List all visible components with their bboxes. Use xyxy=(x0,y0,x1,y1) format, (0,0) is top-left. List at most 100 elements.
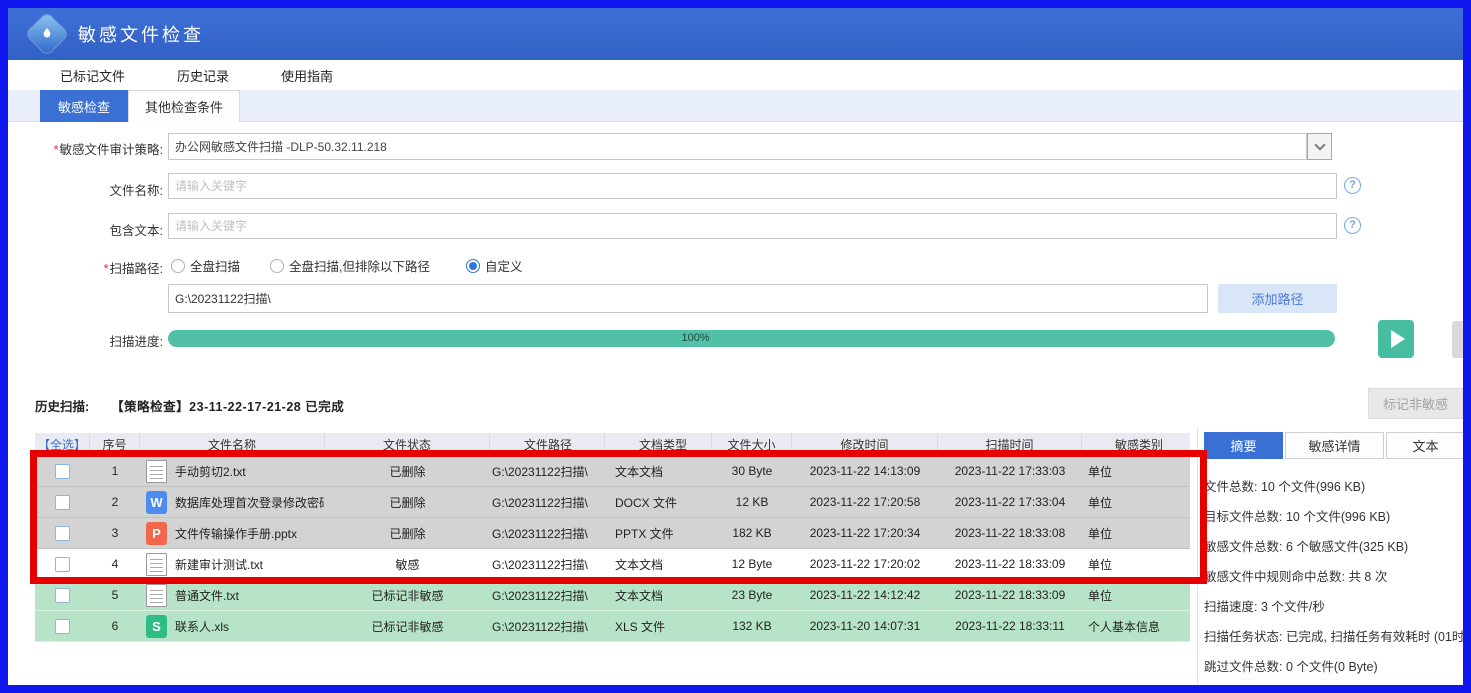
summary-target-files: 目标文件总数: 10 个文件(996 KB) xyxy=(1204,502,1464,532)
row-checkbox[interactable] xyxy=(55,526,70,541)
row-checkbox[interactable] xyxy=(55,588,70,603)
menu-guide[interactable]: 使用指南 xyxy=(281,66,333,85)
filename-input[interactable] xyxy=(168,173,1337,199)
filename-help-icon[interactable]: ? xyxy=(1344,177,1361,194)
contains-text-input[interactable] xyxy=(168,213,1337,239)
tab-sensitive-check[interactable]: 敏感检查 xyxy=(40,90,128,122)
file-size: 23 Byte xyxy=(712,580,792,610)
header-path: 文件路径 xyxy=(490,433,605,456)
panel-tab-sensitive-detail[interactable]: 敏感详情 xyxy=(1285,432,1384,459)
scanned-time: 2023-11-22 18:33:11 xyxy=(938,611,1082,641)
tab-other-conditions[interactable]: 其他检查条件 xyxy=(128,90,240,122)
radio-icon[interactable] xyxy=(270,259,284,273)
modified-time: 2023-11-22 17:20:58 xyxy=(792,487,938,517)
policy-label: *敏感文件审计策略: xyxy=(15,139,163,158)
sensitive-category: 单位 xyxy=(1082,580,1190,610)
chevron-down-icon xyxy=(1314,139,1325,150)
header-index: 序号 xyxy=(90,433,140,456)
row-index: 5 xyxy=(90,580,140,610)
radio-full-scan[interactable]: 全盘扫描 xyxy=(171,256,240,275)
file-size: 132 KB xyxy=(712,611,792,641)
menu-history[interactable]: 历史记录 xyxy=(177,66,229,85)
title-bar: 敏感文件检查 xyxy=(8,8,1463,60)
table-header: 【全选】 序号 文件名称 文件状态 文件路径 文档类型 文件大小 修改时间 扫描… xyxy=(35,433,1190,456)
modified-time: 2023-11-22 17:20:02 xyxy=(792,549,938,579)
summary-task-status: 扫描任务状态: 已完成, 扫描任务有效耗时 (01时 xyxy=(1204,622,1464,652)
required-mark: * xyxy=(104,262,109,276)
file-type-icon: W xyxy=(146,491,167,514)
history-label: 历史扫描: xyxy=(35,396,89,415)
table-row[interactable]: 3 P文件传输操作手册.pptx 已删除 G:\20231122扫描\ PPTX… xyxy=(35,518,1190,549)
add-path-button[interactable]: 添加路径 xyxy=(1218,284,1337,313)
radio-custom[interactable]: 自定义 xyxy=(466,256,523,275)
sensitive-category: 单位 xyxy=(1082,518,1190,548)
header-modified: 修改时间 xyxy=(792,433,938,456)
file-path: G:\20231122扫描\ xyxy=(490,611,605,641)
menu-marked-files[interactable]: 已标记文件 xyxy=(60,66,125,85)
radio-icon[interactable] xyxy=(171,259,185,273)
file-status: 已标记非敏感 xyxy=(325,611,490,641)
doc-type: DOCX 文件 xyxy=(605,487,712,517)
row-checkbox[interactable] xyxy=(55,464,70,479)
scanned-time: 2023-11-22 18:33:09 xyxy=(938,549,1082,579)
table-row[interactable]: 5 普通文件.txt 已标记非敏感 G:\20231122扫描\ 文本文档 23… xyxy=(35,580,1190,611)
scan-progress-bar: 100% xyxy=(168,330,1335,347)
radio-full-scan-exclude[interactable]: 全盘扫描,但排除以下路径 xyxy=(270,256,430,275)
row-index: 4 xyxy=(90,549,140,579)
table-row[interactable]: 1 手动剪切2.txt 已删除 G:\20231122扫描\ 文本文档 30 B… xyxy=(35,456,1190,487)
policy-dropdown-button[interactable] xyxy=(1307,133,1332,160)
mark-not-sensitive-button[interactable]: 标记非敏感 xyxy=(1368,388,1463,419)
modified-time: 2023-11-22 14:12:42 xyxy=(792,580,938,610)
file-status: 已删除 xyxy=(325,456,490,486)
history-status: 【策略检查】23-11-22-17-21-28 已完成 xyxy=(111,396,344,415)
summary-lines: 文件总数: 10 个文件(996 KB) 目标文件总数: 10 个文件(996 … xyxy=(1204,472,1464,682)
table-row[interactable]: 6 S联系人.xls 已标记非敏感 G:\20231122扫描\ XLS 文件 … xyxy=(35,611,1190,642)
history-scan-row: 历史扫描: 【策略检查】23-11-22-17-21-28 已完成 xyxy=(35,396,344,415)
scanned-time: 2023-11-22 17:33:03 xyxy=(938,456,1082,486)
summary-total-files: 文件总数: 10 个文件(996 KB) xyxy=(1204,472,1464,502)
file-status: 已删除 xyxy=(325,518,490,548)
summary-skipped-files: 跳过文件总数: 0 个文件(0 Byte) xyxy=(1204,652,1464,682)
panel-tab-text[interactable]: 文本 xyxy=(1386,432,1464,459)
file-size: 12 KB xyxy=(712,487,792,517)
page-title: 敏感文件检查 xyxy=(78,21,204,47)
contains-text-label: 包含文本: xyxy=(15,220,163,239)
detail-panel: 摘要 敏感详情 文本 文件总数: 10 个文件(996 KB) 目标文件总数: … xyxy=(1197,428,1463,685)
row-checkbox[interactable] xyxy=(55,619,70,634)
select-all-link[interactable]: 【全选】 xyxy=(35,433,90,456)
policy-select[interactable]: 办公网敏感文件扫描 -DLP-50.32.11.218 xyxy=(168,133,1307,160)
file-type-icon: P xyxy=(146,522,167,545)
progress-percent: 100% xyxy=(681,332,709,344)
header-category: 敏感类别 xyxy=(1082,433,1190,456)
scan-path-label: *扫描路径: xyxy=(15,258,163,277)
row-index: 3 xyxy=(90,518,140,548)
doc-type: 文本文档 xyxy=(605,456,712,486)
stop-button-partial[interactable] xyxy=(1452,321,1463,358)
tab-bar: 敏感检查 其他检查条件 xyxy=(8,90,1463,122)
start-scan-button[interactable] xyxy=(1378,320,1414,358)
sensitive-category: 单位 xyxy=(1082,549,1190,579)
filename-label: 文件名称: xyxy=(15,180,163,199)
summary-scan-speed: 扫描速度: 3 个文件/秒 xyxy=(1204,592,1464,622)
header-size: 文件大小 xyxy=(712,433,792,456)
sensitive-category: 单位 xyxy=(1082,456,1190,486)
panel-tab-summary[interactable]: 摘要 xyxy=(1204,432,1283,459)
table-row[interactable]: 2 W数据库处理首次登录修改密码 已删除 G:\20231122扫描\ DOCX… xyxy=(35,487,1190,518)
summary-sensitive-files: 敏感文件总数: 6 个敏感文件(325 KB) xyxy=(1204,532,1464,562)
custom-path-input[interactable] xyxy=(168,284,1208,313)
contains-text-help-icon[interactable]: ? xyxy=(1344,217,1361,234)
modified-time: 2023-11-20 14:07:31 xyxy=(792,611,938,641)
doc-type: PPTX 文件 xyxy=(605,518,712,548)
radio-checked-icon[interactable] xyxy=(466,259,480,273)
scanned-time: 2023-11-22 17:33:04 xyxy=(938,487,1082,517)
summary-rule-hits: 敏感文件中规则命中总数: 共 8 次 xyxy=(1204,562,1464,592)
scanned-time: 2023-11-22 18:33:08 xyxy=(938,518,1082,548)
file-status: 敏感 xyxy=(325,549,490,579)
file-name: 联系人.xls xyxy=(175,618,229,635)
progress-label: 扫描进度: xyxy=(15,331,163,350)
row-checkbox[interactable] xyxy=(55,557,70,572)
header-scanned: 扫描时间 xyxy=(938,433,1082,456)
table-row[interactable]: 4 新建审计测试.txt 敏感 G:\20231122扫描\ 文本文档 12 B… xyxy=(35,549,1190,580)
row-checkbox[interactable] xyxy=(55,495,70,510)
row-index: 1 xyxy=(90,456,140,486)
